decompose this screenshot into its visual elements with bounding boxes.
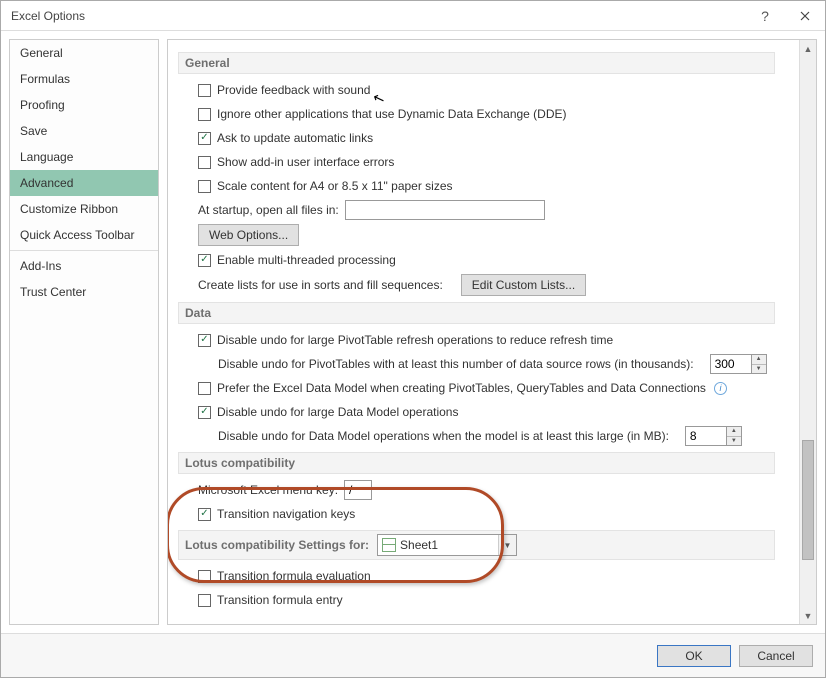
label-transition-formula-entry: Transition formula entry <box>217 593 343 607</box>
sidebar-item-language[interactable]: Language <box>10 144 158 170</box>
label-menu-key: Microsoft Excel menu key: <box>198 483 338 497</box>
checkbox-transition-nav-keys[interactable] <box>198 508 211 521</box>
label-disable-undo-pivot-rows: Disable undo for PivotTables with at lea… <box>218 357 694 371</box>
ok-button[interactable]: OK <box>657 645 731 667</box>
label-disable-undo-data-model-mb: Disable undo for Data Model operations w… <box>218 429 669 443</box>
label-ignore-dde: Ignore other applications that use Dynam… <box>217 107 567 121</box>
sidebar-item-save[interactable]: Save <box>10 118 158 144</box>
edit-custom-lists-button[interactable]: Edit Custom Lists... <box>461 274 586 296</box>
info-icon[interactable]: i <box>714 382 727 395</box>
sidebar-item-add-ins[interactable]: Add-Ins <box>10 253 158 279</box>
data-model-mb-input[interactable] <box>685 426 727 446</box>
section-header-lotus: Lotus compatibility <box>178 452 775 474</box>
label-ask-update-links: Ask to update automatic links <box>217 131 373 145</box>
sidebar-item-customize-ribbon[interactable]: Customize Ribbon <box>10 196 158 222</box>
dialog-footer: OK Cancel <box>1 633 825 677</box>
sidebar-item-proofing[interactable]: Proofing <box>10 92 158 118</box>
close-icon <box>800 11 810 21</box>
section-header-general: General <box>178 52 775 74</box>
label-create-lists: Create lists for use in sorts and fill s… <box>198 278 443 292</box>
checkbox-transition-formula-eval[interactable] <box>198 570 211 583</box>
pivot-rows-spinner[interactable]: ▲▼ <box>752 354 767 374</box>
label-startup-open: At startup, open all files in: <box>198 203 339 217</box>
checkbox-ignore-dde[interactable] <box>198 108 211 121</box>
checkbox-scale-paper[interactable] <box>198 180 211 193</box>
cancel-button[interactable]: Cancel <box>739 645 813 667</box>
label-prefer-data-model: Prefer the Excel Data Model when creatin… <box>217 381 706 395</box>
checkbox-ask-update-links[interactable] <box>198 132 211 145</box>
label-show-addin-errors: Show add-in user interface errors <box>217 155 394 169</box>
sidebar: General Formulas Proofing Save Language … <box>9 39 159 625</box>
window-title: Excel Options <box>11 9 745 23</box>
sheet-dropdown[interactable]: Sheet1 ▼ <box>377 534 517 556</box>
startup-open-input[interactable] <box>345 200 545 220</box>
sheet-dropdown-value: Sheet1 <box>400 538 438 552</box>
checkbox-multi-threaded[interactable] <box>198 254 211 267</box>
section-header-lotus-settings: Lotus compatibility Settings for: Sheet1… <box>178 530 775 560</box>
main-panel: General ↖ Provide feedback with sound Ig… <box>168 40 799 624</box>
checkbox-feedback-sound[interactable] <box>198 84 211 97</box>
scrollbar-thumb[interactable] <box>802 440 814 560</box>
label-disable-undo-data-model: Disable undo for large Data Model operat… <box>217 405 458 419</box>
titlebar: Excel Options ? <box>1 1 825 31</box>
excel-options-dialog: Excel Options ? General Formulas Proofin… <box>0 0 826 678</box>
sidebar-item-trust-center[interactable]: Trust Center <box>10 279 158 305</box>
checkbox-prefer-data-model[interactable] <box>198 382 211 395</box>
label-scale-paper: Scale content for A4 or 8.5 x 11" paper … <box>217 179 453 193</box>
checkbox-disable-undo-pivot-refresh[interactable] <box>198 334 211 347</box>
sidebar-item-general[interactable]: General <box>10 40 158 66</box>
scroll-down-arrow-icon[interactable]: ▼ <box>800 607 816 624</box>
sidebar-item-advanced[interactable]: Advanced <box>10 170 158 196</box>
chevron-down-icon: ▼ <box>498 535 516 555</box>
web-options-button[interactable]: Web Options... <box>198 224 299 246</box>
scroll-up-arrow-icon[interactable]: ▲ <box>800 40 816 57</box>
close-button[interactable] <box>785 1 825 31</box>
sidebar-item-formulas[interactable]: Formulas <box>10 66 158 92</box>
label-multi-threaded: Enable multi-threaded processing <box>217 253 396 267</box>
checkbox-disable-undo-data-model[interactable] <box>198 406 211 419</box>
pivot-rows-input[interactable] <box>710 354 752 374</box>
help-button[interactable]: ? <box>745 1 785 31</box>
label-feedback-sound: Provide feedback with sound <box>217 83 370 97</box>
label-transition-nav-keys: Transition navigation keys <box>217 507 355 521</box>
sidebar-item-quick-access-toolbar[interactable]: Quick Access Toolbar <box>10 222 158 248</box>
checkbox-show-addin-errors[interactable] <box>198 156 211 169</box>
checkbox-transition-formula-entry[interactable] <box>198 594 211 607</box>
label-disable-undo-pivot-refresh: Disable undo for large PivotTable refres… <box>217 333 613 347</box>
section-header-data: Data <box>178 302 775 324</box>
label-transition-formula-eval: Transition formula evaluation <box>217 569 371 583</box>
vertical-scrollbar[interactable]: ▲ ▼ <box>799 40 816 624</box>
menu-key-input[interactable] <box>344 480 372 500</box>
data-model-mb-spinner[interactable]: ▲▼ <box>727 426 742 446</box>
sheet-icon <box>382 538 396 552</box>
